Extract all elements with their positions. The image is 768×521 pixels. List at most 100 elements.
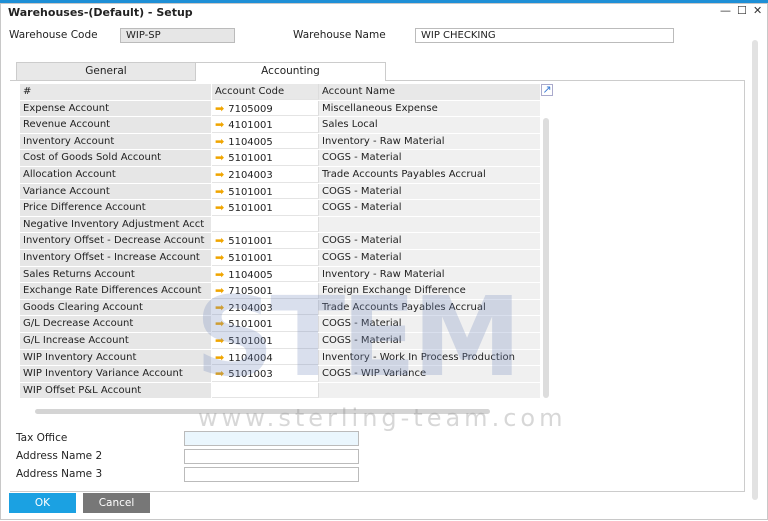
table-row[interactable]: Inventory Offset - Increase Account ➡ 5101… — [20, 249, 540, 267]
column-header-account-code[interactable]: Account Code — [212, 84, 319, 100]
account-code-cell[interactable] — [212, 216, 319, 233]
address-name-3-field[interactable] — [184, 467, 359, 482]
table-row[interactable]: Inventory Offset - Decrease Account ➡ 5101… — [20, 233, 540, 250]
table-row[interactable]: Allocation Account ➡ 2104003 Trade Accounts… — [20, 166, 540, 184]
minimize-button[interactable]: — — [720, 4, 731, 17]
link-arrow-icon[interactable]: ➡ — [215, 135, 224, 148]
account-type-cell: Inventory Account — [20, 133, 212, 150]
link-arrow-icon[interactable]: ➡ — [215, 151, 224, 164]
ok-button[interactable]: OK — [9, 493, 76, 513]
window-vertical-scrollbar[interactable] — [752, 40, 758, 500]
table-row[interactable]: Revenue Account ➡ 4101001 Sales Local — [20, 117, 540, 134]
table-row[interactable]: G/L Decrease Account ➡ 5101001 COGS - Mater… — [20, 316, 540, 333]
account-type-cell: Sales Returns Account — [20, 266, 212, 283]
table-row[interactable]: Sales Returns Account ➡ 1104005 Inventory -… — [20, 266, 540, 284]
link-arrow-icon[interactable]: ➡ — [215, 351, 224, 364]
account-code-value: 5101001 — [228, 319, 273, 331]
account-code-cell[interactable]: ➡ 5101001 — [212, 332, 319, 349]
account-code-value: 5101001 — [228, 203, 273, 215]
account-code-value: 1104004 — [228, 352, 273, 364]
account-name-cell: Inventory - Raw Material — [319, 133, 540, 150]
account-code-value: 2104003 — [228, 302, 273, 314]
link-arrow-icon[interactable]: ➡ — [215, 367, 224, 380]
account-type-cell: G/L Decrease Account — [20, 316, 212, 332]
accounts-grid: # Account Code Account Name Expense Acco… — [20, 84, 540, 400]
table-row[interactable]: Expense Account ➡ 7105009 Miscellaneous Exp… — [20, 100, 540, 118]
account-code-cell[interactable]: ➡ 5101001 — [212, 150, 319, 166]
link-arrow-icon[interactable]: ➡ — [215, 201, 224, 214]
table-row[interactable]: WIP Inventory Variance Account ➡ 5101003 CO… — [20, 366, 540, 383]
link-arrow-icon[interactable]: ➡ — [215, 118, 224, 131]
account-type-cell: Cost of Goods Sold Account — [20, 150, 212, 166]
account-code-cell[interactable]: ➡ 2104003 — [212, 299, 319, 316]
account-code-value: 5101003 — [228, 369, 273, 381]
link-arrow-icon[interactable]: ➡ — [215, 102, 224, 115]
account-code-value: 1104005 — [228, 136, 273, 148]
account-code-cell[interactable]: ➡ 5101001 — [212, 316, 319, 332]
account-code-cell[interactable]: ➡ 5101003 — [212, 366, 319, 382]
table-row[interactable]: Goods Clearing Account ➡ 2104003 Trade Acco… — [20, 299, 540, 317]
account-name-cell: COGS - Material — [319, 150, 540, 166]
link-arrow-icon[interactable]: ➡ — [215, 251, 224, 264]
account-type-cell: WIP Offset P&L Account — [20, 382, 212, 399]
close-button[interactable]: ✕ — [753, 4, 762, 17]
tab-general[interactable]: General — [16, 62, 196, 80]
cancel-button[interactable]: Cancel — [83, 493, 150, 513]
account-code-cell[interactable]: ➡ 5101001 — [212, 183, 319, 200]
account-code-cell[interactable]: ➡ 1104005 — [212, 266, 319, 283]
table-row[interactable]: G/L Increase Account ➡ 5101001 COGS - Mater… — [20, 332, 540, 350]
account-code-cell[interactable]: ➡ 1104004 — [212, 349, 319, 366]
account-type-cell: Variance Account — [20, 183, 212, 200]
account-code-cell[interactable]: ➡ 5101001 — [212, 249, 319, 266]
table-row[interactable]: WIP Inventory Account ➡ 1104004 Inventory -… — [20, 349, 540, 367]
address-name-2-field[interactable] — [184, 449, 359, 464]
account-code-cell[interactable]: ➡ 5101001 — [212, 200, 319, 216]
warehouse-code-field[interactable]: WIP-SP — [120, 28, 235, 43]
grid-vertical-scrollbar[interactable] — [543, 118, 549, 398]
tax-office-field[interactable] — [184, 431, 359, 446]
account-code-value: 5101001 — [228, 252, 273, 264]
tax-office-label: Tax Office — [16, 432, 68, 444]
table-row[interactable]: Price Difference Account ➡ 5101001 COGS - M… — [20, 200, 540, 217]
account-type-cell: Revenue Account — [20, 117, 212, 133]
account-name-cell: Trade Accounts Payables Accrual — [319, 299, 540, 316]
account-code-cell[interactable]: ➡ 2104003 — [212, 166, 319, 183]
account-type-cell: Expense Account — [20, 100, 212, 117]
account-code-cell[interactable]: ➡ 7105009 — [212, 100, 319, 117]
link-arrow-icon[interactable]: ➡ — [215, 317, 224, 330]
account-name-cell: COGS - WIP Variance — [319, 366, 540, 382]
grid-horizontal-scrollbar[interactable] — [35, 409, 490, 414]
address-name-3-label: Address Name 3 — [16, 468, 103, 480]
table-row[interactable]: Exchange Rate Differences Account ➡ 710500… — [20, 283, 540, 300]
table-row[interactable]: Inventory Account ➡ 1104005 Inventory - Raw… — [20, 133, 540, 151]
link-arrow-icon[interactable]: ➡ — [215, 301, 224, 314]
account-code-cell[interactable] — [212, 382, 319, 399]
warehouse-name-label: Warehouse Name — [293, 29, 386, 41]
link-arrow-icon[interactable]: ➡ — [215, 185, 224, 198]
account-code-cell[interactable]: ➡ 5101001 — [212, 233, 319, 249]
account-type-cell: Goods Clearing Account — [20, 299, 212, 316]
link-arrow-icon[interactable]: ➡ — [215, 168, 224, 181]
column-header-number[interactable]: # — [20, 84, 212, 100]
expand-icon[interactable]: ↗ — [541, 84, 553, 96]
account-type-cell: Price Difference Account — [20, 200, 212, 216]
warehouse-name-field[interactable]: WIP CHECKING — [415, 28, 674, 43]
link-arrow-icon[interactable]: ➡ — [215, 268, 224, 281]
account-type-cell: Exchange Rate Differences Account — [20, 283, 212, 299]
account-name-cell — [319, 216, 540, 233]
table-row[interactable]: Variance Account ➡ 5101001 COGS - Material — [20, 183, 540, 201]
table-row[interactable]: WIP Offset P&L Account — [20, 382, 540, 400]
table-row[interactable]: Negative Inventory Adjustment Acct — [20, 216, 540, 234]
link-arrow-icon[interactable]: ➡ — [215, 334, 224, 347]
link-arrow-icon[interactable]: ➡ — [215, 234, 224, 247]
account-code-cell[interactable]: ➡ 4101001 — [212, 117, 319, 133]
link-arrow-icon[interactable]: ➡ — [215, 284, 224, 297]
account-name-cell — [319, 382, 540, 399]
table-row[interactable]: Cost of Goods Sold Account ➡ 5101001 COGS -… — [20, 150, 540, 167]
account-code-cell[interactable]: ➡ 1104005 — [212, 133, 319, 150]
maximize-button[interactable]: ☐ — [737, 4, 747, 17]
tab-accounting[interactable]: Accounting — [195, 62, 386, 81]
column-header-account-name[interactable]: Account Name — [319, 84, 540, 100]
account-code-cell[interactable]: ➡ 7105001 — [212, 283, 319, 299]
account-code-value: 4101001 — [228, 120, 273, 132]
